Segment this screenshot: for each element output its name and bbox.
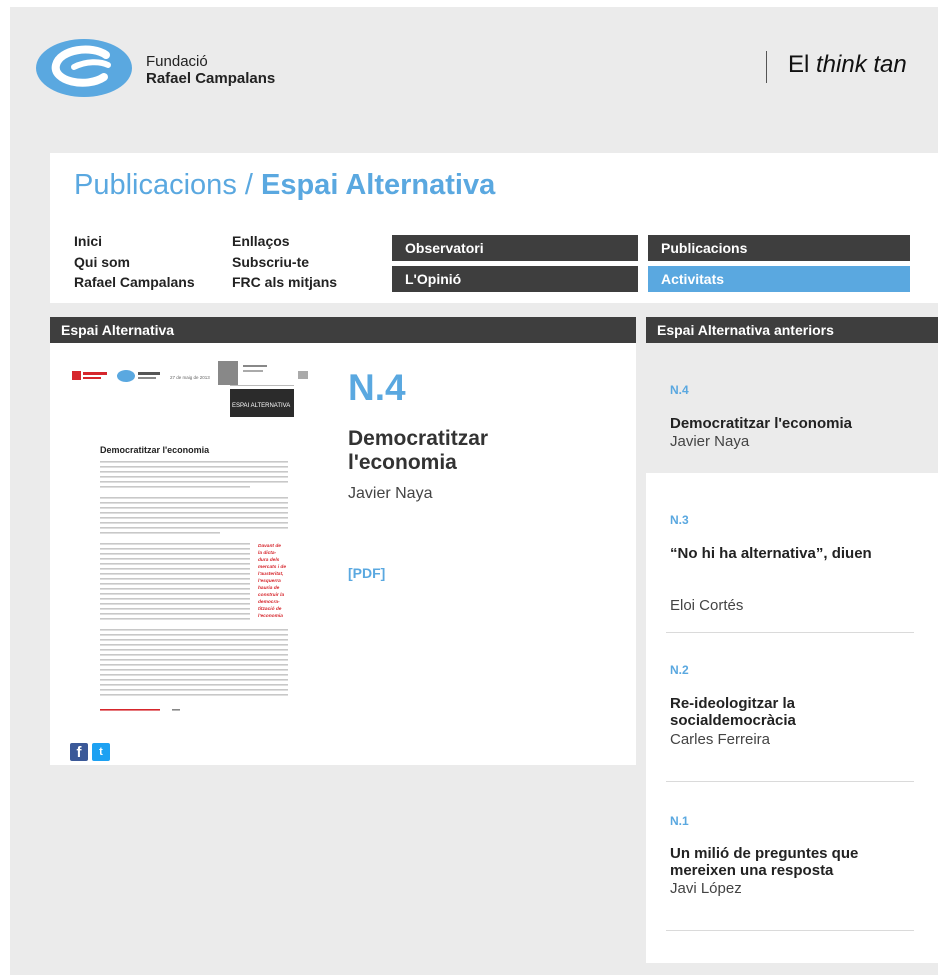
link-rafael-campalans[interactable]: Rafael Campalans [74, 272, 195, 293]
list-item-number: N.4 [670, 383, 689, 397]
page-title-lead: Publicacions / [74, 169, 261, 201]
list-item[interactable]: N.2 Re-ideologitzar la socialdemocràcia … [646, 633, 938, 783]
list-item-author: Javi López [670, 880, 742, 897]
header-card: Publicacions / Espai Alternativa Inici Q… [50, 153, 938, 303]
list-divider [666, 930, 914, 931]
main-publication-card: 27 de maig de 2013 ESPAI ALTERNATIVA Dem… [50, 343, 636, 765]
link-inici[interactable]: Inici [74, 231, 195, 252]
previous-issues-list: N.4 Democratitzar l'economia Javier Naya… [646, 343, 938, 963]
thumb-date: 27 de maig de 2013 [170, 375, 210, 380]
header-divider [766, 51, 767, 83]
list-item-title[interactable]: Un milió de preguntes que mereixen una r… [670, 845, 920, 879]
section-bar-espai-alternativa: Espai Alternativa [50, 317, 636, 343]
list-item-title[interactable]: “No hi ha alternativa”, diuen [670, 545, 920, 562]
nav-opinio[interactable]: L'Opinió [392, 266, 638, 292]
links-column-2: Enllaços Subscriu-te FRC als mitjans [232, 231, 337, 293]
page-title-strong: Espai Alternativa [261, 169, 496, 201]
nav-observatori[interactable]: Observatori [392, 235, 638, 261]
org-name: Fundació Rafael Campalans [146, 53, 275, 87]
list-item-title[interactable]: Re-ideologitzar la socialdemocràcia [670, 695, 920, 729]
list-divider [666, 781, 914, 782]
list-item[interactable]: N.1 Un milió de preguntes que mereixen u… [646, 783, 938, 953]
page-title: Publicacions / Espai Alternativa [74, 169, 495, 202]
list-item-number: N.2 [670, 663, 689, 677]
page: Fundació Rafael Campalans El think tan P… [10, 7, 938, 975]
link-enllacos[interactable]: Enllaços [232, 231, 337, 252]
list-item-author: Carles Ferreira [670, 731, 771, 748]
list-item-title[interactable]: Democratitzar l'economia [670, 415, 920, 432]
nav-publicacions[interactable]: Publicacions [648, 235, 910, 261]
section-bar-anteriors: Espai Alternativa anteriors [646, 317, 938, 343]
tagline-em: think tan [816, 51, 907, 78]
thumb-heading: Democratitzar l'economia [100, 445, 210, 455]
facebook-share-icon[interactable]: f [70, 743, 88, 761]
thumb-masthead: ESPAI ALTERNATIVA [232, 403, 290, 409]
list-item[interactable]: N.3 “No hi ha alternativa”, diuen Eloi C… [646, 473, 938, 633]
issue-title: Democratitzar l'economia [348, 427, 489, 474]
pdf-link[interactable]: [PDF] [348, 565, 385, 581]
links-column-1: Inici Qui som Rafael Campalans [74, 231, 195, 293]
issue-number: N.4 [348, 367, 406, 408]
org-name-line1: Fundació [146, 53, 208, 70]
nav-activitats[interactable]: Activitats [648, 266, 910, 292]
twitter-share-icon[interactable]: t [92, 743, 110, 761]
link-frc-als-mitjans[interactable]: FRC als mitjans [232, 272, 337, 293]
foundation-logo[interactable] [34, 37, 134, 99]
list-item-number: N.1 [670, 814, 689, 828]
org-name-line2: Rafael Campalans [146, 70, 276, 87]
link-qui-som[interactable]: Qui som [74, 252, 195, 273]
list-item[interactable]: N.4 Democratitzar l'economia Javier Naya [646, 343, 938, 473]
list-item-author: Eloi Cortés [670, 597, 744, 614]
publication-cover-thumbnail[interactable]: 27 de maig de 2013 ESPAI ALTERNATIVA Dem… [70, 357, 310, 717]
issue-author: Javier Naya [348, 485, 433, 502]
list-item-author: Javier Naya [670, 433, 750, 450]
tagline: El think tan [788, 51, 907, 79]
list-item-number: N.3 [670, 513, 689, 527]
tagline-pre: El [788, 51, 817, 78]
link-subscriu-te[interactable]: Subscriu-te [232, 252, 337, 273]
